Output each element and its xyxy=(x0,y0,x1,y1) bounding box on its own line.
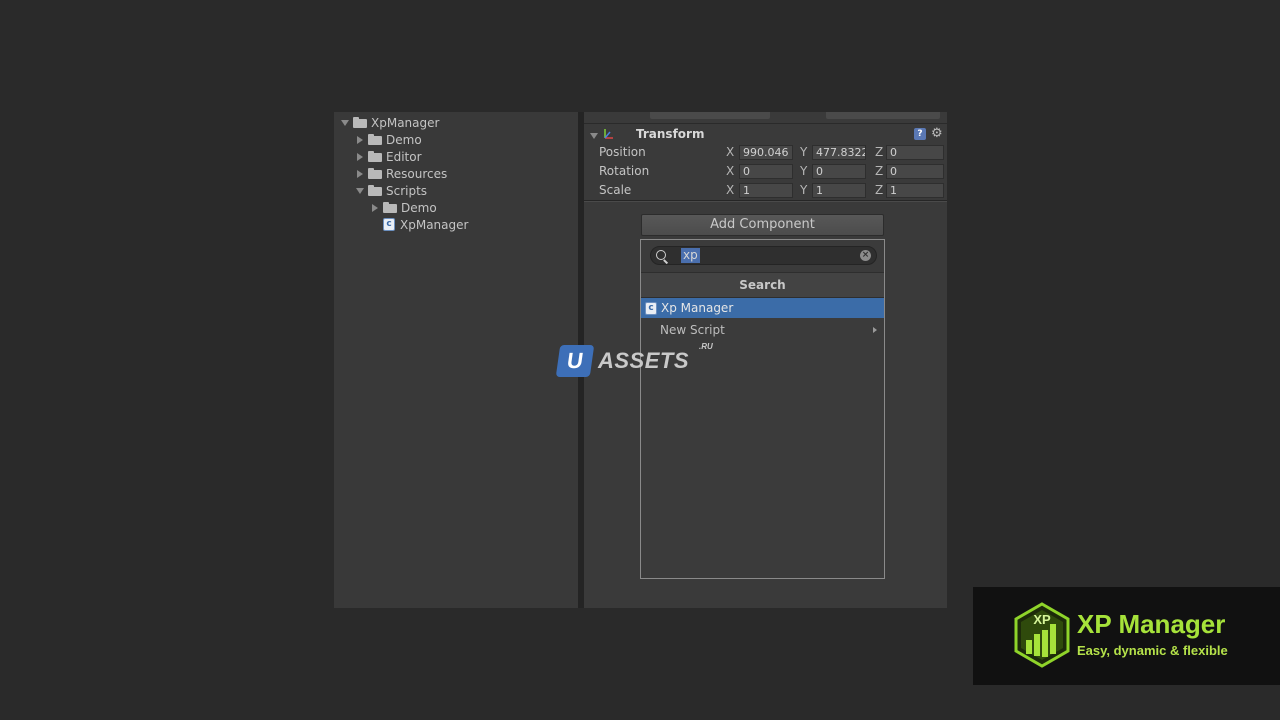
rotation-y-field[interactable]: 0 xyxy=(812,164,866,179)
divider xyxy=(584,201,947,202)
gear-icon[interactable]: ⚙ xyxy=(931,126,943,141)
collapse-arrow-icon[interactable] xyxy=(370,203,380,213)
rotation-x-field[interactable]: 0 xyxy=(739,164,793,179)
axis-z-label[interactable]: Z xyxy=(875,183,883,197)
collapse-arrow-icon[interactable] xyxy=(355,152,365,162)
tree-item-scripts-folder[interactable]: Scripts xyxy=(355,182,427,199)
xp-manager-promo-banner: XP XP Manager Easy, dynamic & flexible xyxy=(973,587,1280,685)
tree-item-label: XpManager xyxy=(400,217,469,232)
position-x-field[interactable]: 990.046 xyxy=(739,145,793,160)
folder-icon xyxy=(368,185,382,196)
axis-x-label[interactable]: X xyxy=(726,145,734,159)
expand-arrow-icon[interactable] xyxy=(340,118,350,128)
foldout-arrow-icon[interactable] xyxy=(589,131,599,141)
collapse-arrow-icon[interactable] xyxy=(355,135,365,145)
axis-y-label[interactable]: Y xyxy=(800,183,807,197)
folder-icon xyxy=(368,168,382,179)
folder-icon xyxy=(353,117,367,128)
uassets-watermark: U ASSETS .RU xyxy=(555,342,713,379)
search-query-text[interactable]: xp xyxy=(681,248,700,263)
csharp-script-icon: c xyxy=(383,218,395,231)
expand-arrow-icon[interactable] xyxy=(355,186,365,196)
watermark-badge: U xyxy=(555,345,595,377)
folder-icon xyxy=(368,151,382,162)
folder-icon xyxy=(383,202,397,213)
axis-y-label[interactable]: Y xyxy=(800,145,807,159)
scale-y-field[interactable]: 1 xyxy=(812,183,866,198)
scale-x-field[interactable]: 1 xyxy=(739,183,793,198)
search-results-header: Search xyxy=(641,272,884,298)
tree-item-label: Demo xyxy=(401,200,437,215)
rotation-z-field[interactable]: 0 xyxy=(886,164,944,179)
logo-text: XP xyxy=(1033,612,1051,627)
tree-item-label: Editor xyxy=(386,149,422,164)
folder-icon xyxy=(368,134,382,145)
position-z-field[interactable]: 0 xyxy=(886,145,944,160)
layer-dropdown[interactable] xyxy=(826,112,940,119)
tree-item-editor-folder[interactable]: Editor xyxy=(355,148,422,165)
result-item-new-script[interactable]: New Script xyxy=(641,320,884,340)
csharp-script-icon: c xyxy=(645,301,657,315)
tree-item-label: XpManager xyxy=(371,115,440,130)
submenu-arrow-icon xyxy=(873,327,877,333)
divider xyxy=(584,123,947,124)
promo-title: XP Manager xyxy=(1077,609,1226,639)
clear-search-icon[interactable]: × xyxy=(860,250,871,261)
watermark-text: ASSETS xyxy=(598,348,690,373)
tree-item-label: Resources xyxy=(386,166,448,181)
transform-axis-icon xyxy=(604,129,613,139)
tree-item-demo-folder[interactable]: Demo xyxy=(355,131,422,148)
xp-manager-logo-icon: XP xyxy=(1014,602,1070,668)
position-label: Position xyxy=(599,145,646,159)
axis-y-label[interactable]: Y xyxy=(800,164,807,178)
add-component-button[interactable]: Add Component xyxy=(641,214,884,236)
tree-item-xpmanager-folder[interactable]: XpManager xyxy=(340,114,439,131)
tree-item-xpmanager-script[interactable]: c XpManager xyxy=(383,216,468,233)
watermark-suffix: .RU xyxy=(699,342,713,351)
result-item-label: New Script xyxy=(660,323,725,337)
tree-item-label: Demo xyxy=(386,132,422,147)
rotation-label: Rotation xyxy=(599,164,650,178)
scale-label: Scale xyxy=(599,183,632,197)
axis-x-label[interactable]: X xyxy=(726,183,734,197)
help-book-icon[interactable]: ? xyxy=(914,128,926,140)
result-item-xp-manager[interactable]: c Xp Manager xyxy=(641,298,884,318)
result-item-label: Xp Manager xyxy=(661,301,734,315)
tag-dropdown[interactable] xyxy=(650,112,770,119)
project-panel: XpManager Demo Editor Resources Scripts … xyxy=(334,112,578,608)
add-component-popup: xp × Search c Xp Manager New Script xyxy=(640,239,885,579)
scale-z-field[interactable]: 1 xyxy=(886,183,944,198)
position-y-field[interactable]: 477.8322 xyxy=(812,145,866,160)
tree-item-label: Scripts xyxy=(386,183,428,198)
axis-x-label[interactable]: X xyxy=(726,164,734,178)
search-icon xyxy=(656,250,666,260)
tree-item-scripts-demo-folder[interactable]: Demo xyxy=(370,199,437,216)
tree-item-resources-folder[interactable]: Resources xyxy=(355,165,447,182)
axis-z-label[interactable]: Z xyxy=(875,164,883,178)
search-input[interactable]: xp × xyxy=(650,246,877,265)
promo-subtitle: Easy, dynamic & flexible xyxy=(1077,643,1228,658)
transform-component-header[interactable]: Transform ? ⚙ xyxy=(584,126,947,144)
component-title: Transform xyxy=(636,127,705,141)
axis-z-label[interactable]: Z xyxy=(875,145,883,159)
tag-layer-row xyxy=(584,112,947,122)
collapse-arrow-icon[interactable] xyxy=(355,169,365,179)
